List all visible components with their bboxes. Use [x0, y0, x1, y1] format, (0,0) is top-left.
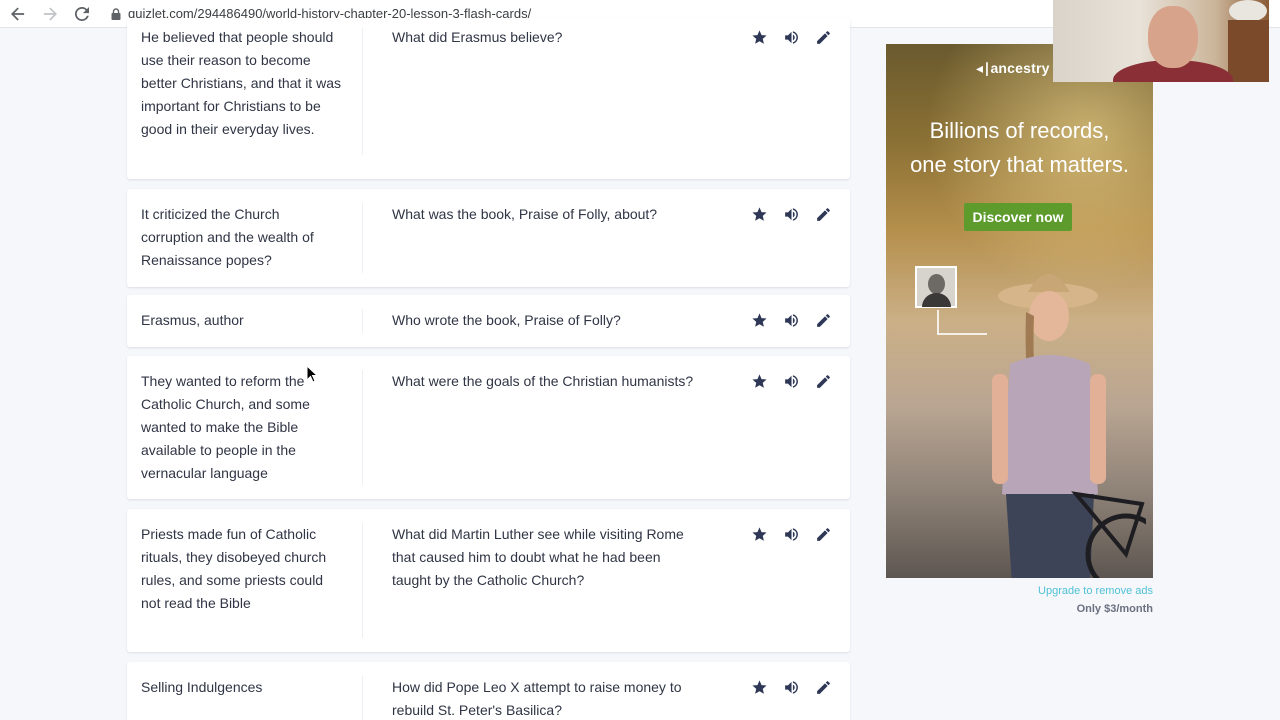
webcam-shelf: [1228, 20, 1269, 82]
card-definition: They wanted to reform the Catholic Churc…: [141, 373, 310, 481]
upgrade-price-text: Only $3/month: [1076, 603, 1153, 615]
edit-button[interactable]: [814, 678, 832, 696]
card-term: How did Pope Leo X attempt to raise mone…: [392, 679, 682, 718]
webcam-flowers: [1229, 0, 1267, 22]
flashcard-row: Priests made fun of Catholic rituals, th…: [127, 509, 850, 652]
card-divider: [362, 309, 363, 333]
card-definition: Priests made fun of Catholic rituals, th…: [141, 526, 327, 611]
pencil-icon: [816, 30, 830, 44]
pencil-icon: [816, 680, 830, 694]
forward-button[interactable]: [36, 0, 64, 28]
back-button[interactable]: [4, 0, 32, 28]
pencil-icon: [816, 313, 830, 327]
ad-headline-line: one story that matters.: [910, 152, 1129, 177]
edit-button[interactable]: [814, 28, 832, 46]
arrow-left-icon: [11, 6, 25, 21]
card-actions: [750, 525, 832, 543]
ad-headline-line: Billions of records,: [929, 118, 1110, 143]
webcam-person-head: [1148, 6, 1198, 68]
card-definition: It criticized the Church corruption and …: [141, 206, 314, 268]
card-term: What were the goals of the Christian hum…: [392, 373, 694, 389]
audio-button[interactable]: [782, 205, 800, 223]
pencil-icon: [816, 207, 830, 221]
star-icon: [751, 526, 767, 541]
audio-button[interactable]: [782, 525, 800, 543]
star-icon: [751, 679, 767, 694]
flashcard-row: It criticized the Church corruption and …: [127, 189, 850, 287]
speaker-icon: [784, 313, 798, 327]
star-icon: [751, 312, 767, 327]
reload-button[interactable]: [68, 0, 96, 28]
flashcard-row: Selling Indulgences How did Pope Leo X a…: [127, 662, 850, 720]
edit-button[interactable]: [814, 311, 832, 329]
card-definition: He believed that people should use their…: [141, 29, 341, 137]
edit-button[interactable]: [814, 525, 832, 543]
ancestry-logo: ◂∣ancestry: [976, 60, 1050, 76]
flashcard-row: He believed that people should use their…: [127, 18, 850, 179]
flashcard-row: They wanted to reform the Catholic Churc…: [127, 356, 850, 499]
card-actions: [750, 28, 832, 46]
ad-headline: Billions of records, one story that matt…: [886, 114, 1153, 182]
speaker-icon: [784, 30, 798, 44]
audio-button[interactable]: [782, 28, 800, 46]
edit-button[interactable]: [814, 372, 832, 390]
star-button[interactable]: [750, 311, 768, 329]
audio-button[interactable]: [782, 678, 800, 696]
discover-now-button[interactable]: Discover now: [964, 203, 1072, 231]
speaker-icon: [784, 207, 798, 221]
star-button[interactable]: [750, 525, 768, 543]
card-actions: [750, 205, 832, 223]
card-divider: [362, 203, 363, 273]
card-actions: [750, 372, 832, 390]
lock-icon: [111, 7, 121, 20]
speaker-icon: [784, 527, 798, 541]
speaker-icon: [784, 680, 798, 694]
audio-button[interactable]: [782, 372, 800, 390]
ad-woman-with-bicycle-image: [992, 274, 1146, 578]
card-divider: [362, 28, 363, 155]
advertisement-banner[interactable]: ◂∣ancestry Billions of records, one stor…: [886, 44, 1153, 578]
pencil-icon: [816, 527, 830, 541]
card-divider: [362, 523, 363, 638]
card-term: What did Martin Luther see while visitin…: [392, 526, 684, 588]
card-definition: Selling Indulgences: [141, 679, 263, 695]
upgrade-to-remove-ads-link[interactable]: Upgrade to remove ads: [886, 585, 1153, 597]
card-term: What did Erasmus believe?: [392, 29, 563, 45]
arrow-right-icon: [43, 6, 57, 21]
mouse-cursor-icon: [306, 365, 318, 383]
star-button[interactable]: [750, 678, 768, 696]
star-button[interactable]: [750, 28, 768, 46]
star-icon: [751, 373, 767, 388]
card-actions: [750, 678, 832, 696]
star-button[interactable]: [750, 205, 768, 223]
webcam-overlay: [1053, 0, 1269, 82]
star-icon: [751, 29, 767, 44]
speaker-icon: [784, 374, 798, 388]
card-divider: [362, 676, 363, 720]
card-term: What was the book, Praise of Folly, abou…: [392, 206, 658, 222]
flashcard-row: Erasmus, author Who wrote the book, Prai…: [127, 295, 850, 347]
star-icon: [751, 206, 767, 221]
star-button[interactable]: [750, 372, 768, 390]
audio-button[interactable]: [782, 311, 800, 329]
reload-icon: [75, 6, 89, 21]
edit-button[interactable]: [814, 205, 832, 223]
card-actions: [750, 311, 832, 329]
card-divider: [362, 370, 363, 485]
ad-portrait-photo: [915, 266, 957, 308]
pencil-icon: [816, 374, 830, 388]
card-term: Who wrote the book, Praise of Folly?: [392, 312, 621, 328]
card-definition: Erasmus, author: [141, 312, 244, 328]
ad-tree-connector: [937, 310, 939, 334]
